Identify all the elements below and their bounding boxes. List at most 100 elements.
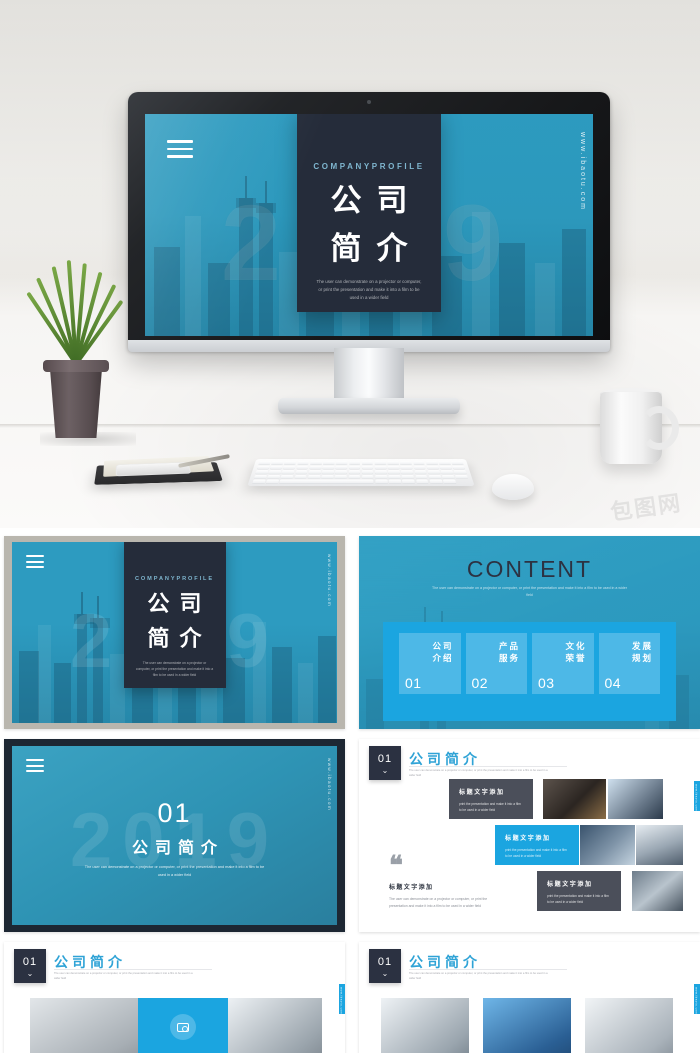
side-url-tab: www.ibaotu.com [694, 781, 700, 811]
cover-title-line2: 简介 [147, 625, 212, 651]
monitor-screen: 2019 www.ibaotu.com COMPANYPROFILE 公司 简介… [145, 114, 593, 336]
text-block-3-body: print the presentation and make it into … [547, 894, 609, 905]
monitor-stand-neck [334, 348, 404, 402]
cover-eyebrow: COMPANYPROFILE [134, 576, 215, 582]
text-block-1-body: print the presentation and make it into … [459, 802, 521, 813]
cover-body-text: The user can demonstrate on a projector … [135, 660, 214, 678]
title-divider [54, 969, 212, 970]
photo-silhouette-window-team [483, 998, 571, 1053]
section-number: 01 [157, 798, 192, 828]
photo-conference-room [30, 998, 138, 1053]
text-block-1-title: 标题文字添加 [459, 790, 505, 796]
chevron-down-icon: ⌄ [381, 968, 389, 978]
agenda-item-1-line1: 公司 [432, 641, 454, 651]
agenda-item-1-line2: 介绍 [432, 653, 454, 664]
agenda-item-2-number: 02 [471, 675, 489, 691]
chevron-down-icon: ⌄ [26, 968, 34, 978]
text-block-1: 标题文字添加 print the presentation and make i… [449, 779, 533, 819]
section-slide: 2019 www.ibaotu.com 01 公司简介 The user can… [12, 746, 337, 925]
slide-title: CONTENT [466, 556, 593, 582]
agenda-item-1-number: 01 [405, 675, 422, 691]
poster-page: 2019 www.ibaotu.com COMPANYPROFILE 公司 简介… [0, 0, 700, 1053]
agenda-item-3-label: 文化 荣誉 [565, 640, 586, 665]
site-url-vertical: www.ibaotu.com [327, 554, 332, 608]
agenda-item-3-line2: 荣誉 [565, 653, 587, 664]
side-url-text: www.ibaotu.com [339, 987, 343, 1015]
agenda-item-3-line1: 文化 [565, 641, 587, 651]
text-block-2-title: 标题文字添加 [505, 836, 551, 842]
cover-eyebrow: COMPANYPROFILE [313, 162, 425, 171]
agenda-item-1-label: 公司 介绍 [432, 640, 453, 665]
imac-monitor: 2019 www.ibaotu.com COMPANYPROFILE 公司 简介… [128, 92, 610, 414]
slide-thumb-gallery[interactable]: 01 ⌄ 公司简介 The user can demonstrate on a … [359, 739, 700, 932]
monitor-stand-foot [278, 398, 460, 414]
agenda-item-4-line1: 发展 [631, 641, 653, 651]
quote-body: The user can demonstrate on a projector … [389, 897, 488, 908]
agenda-item-2-line2: 服务 [498, 653, 520, 664]
agenda-item-2-label: 产品 服务 [499, 640, 520, 665]
title-divider [409, 766, 567, 767]
potted-plant [26, 260, 136, 446]
page-subtitle: The user can demonstrate on a projector … [54, 972, 193, 981]
cover-title-card: COMPANYPROFILE 公司 简介 The user can demons… [123, 542, 226, 688]
hero-slide: 2019 www.ibaotu.com COMPANYPROFILE 公司 简介… [145, 114, 593, 336]
side-url-tab: www.ibaotu.com [339, 984, 345, 1014]
agenda-item-4[interactable]: 发展 规划 04 [598, 633, 660, 694]
photo-handshake-meeting [543, 779, 606, 819]
watermark: 包图网 [608, 490, 684, 525]
photo-business-handshake [608, 779, 663, 819]
agenda-items: 公司 介绍 01 产品 服务 02 文化 荣誉 03 发展 规划 04 [399, 633, 660, 694]
cover-title-card: COMPANYPROFILE 公司 简介 The user can demons… [297, 114, 441, 312]
webcam-icon [367, 100, 371, 104]
text-block-2: 标题文字添加 print the presentation and make i… [495, 825, 579, 865]
cover-body-text: The user can demonstrate on a projector … [316, 278, 422, 301]
photo-office-woman-laptop [636, 825, 683, 865]
menu-icon[interactable] [26, 555, 44, 572]
cover-title-line1: 公司 [330, 183, 423, 218]
section-body: The user can demonstrate on a projector … [84, 865, 265, 877]
photo-two-men-interview [381, 998, 469, 1053]
quote-mark-icon: ❝ [389, 851, 403, 880]
slide-thumb-photo-row[interactable]: 01 ⌄ 公司简介 The user can demonstrate on a … [359, 942, 700, 1053]
slide-subtitle: The user can demonstrate on a projector … [432, 586, 627, 597]
coffee-mug [600, 392, 679, 464]
slide-thumb-section-divider[interactable]: 2019 www.ibaotu.com 01 公司简介 The user can… [4, 739, 345, 932]
agenda-item-3[interactable]: 文化 荣誉 03 [532, 633, 594, 694]
hero-mockup-scene: 2019 www.ibaotu.com COMPANYPROFILE 公司 简介… [0, 0, 700, 528]
side-url-tab: www.ibaotu.com [694, 984, 700, 1014]
plant-pot [49, 364, 103, 438]
site-url-vertical: www.ibaotu.com [579, 132, 586, 211]
agenda-item-3-number: 03 [538, 675, 555, 691]
section-tag-number: 01 [377, 752, 393, 765]
page-subtitle: The user can demonstrate on a projector … [409, 972, 548, 981]
side-url-text: www.ibaotu.com [694, 987, 698, 1015]
page-subtitle: The user can demonstrate on a projector … [409, 769, 548, 778]
side-url-text: www.ibaotu.com [694, 784, 698, 812]
section-tag: 01 ⌄ [14, 949, 46, 983]
agenda-item-1[interactable]: 公司 介绍 01 [399, 633, 461, 694]
feature-panel: 标题文字添加 The user can demonstrate on a pro… [138, 998, 228, 1053]
photo-team-laptop-desk [632, 871, 683, 911]
photo-man-reading-desk [585, 998, 673, 1053]
chevron-down-icon: ⌄ [381, 765, 389, 775]
slide-thumb-cover[interactable]: 2019 www.ibaotu.com COMPANYPROFILE 公司 简介… [4, 536, 345, 729]
text-block-2-body: print the presentation and make it into … [505, 848, 567, 859]
text-block-3: 标题文字添加 print the presentation and make i… [537, 871, 621, 911]
slide-thumb-agenda[interactable]: CONTENT The user can demonstrate on a pr… [359, 536, 700, 729]
section-tag: 01 ⌄ [369, 949, 401, 983]
slide-thumbnail-grid: 2019 www.ibaotu.com COMPANYPROFILE 公司 简介… [0, 528, 700, 1053]
agenda-item-2[interactable]: 产品 服务 02 [465, 633, 527, 694]
mouse [492, 474, 534, 500]
menu-icon[interactable] [26, 759, 44, 776]
text-block-3-title: 标题文字添加 [547, 882, 593, 888]
agenda-item-4-label: 发展 规划 [632, 640, 653, 665]
slide-thumb-photo-feature[interactable]: 01 ⌄ 公司简介 The user can demonstrate on a … [4, 942, 345, 1053]
agenda-item-4-line2: 规划 [631, 653, 653, 664]
section-tag: 01 ⌄ [369, 746, 401, 780]
photo-toast-celebration [580, 825, 635, 865]
photo-office-meeting-window [228, 998, 322, 1053]
keyboard [247, 458, 475, 487]
menu-icon[interactable] [167, 140, 193, 163]
section-tag-number: 01 [22, 955, 38, 968]
agenda-item-2-line1: 产品 [498, 641, 520, 651]
